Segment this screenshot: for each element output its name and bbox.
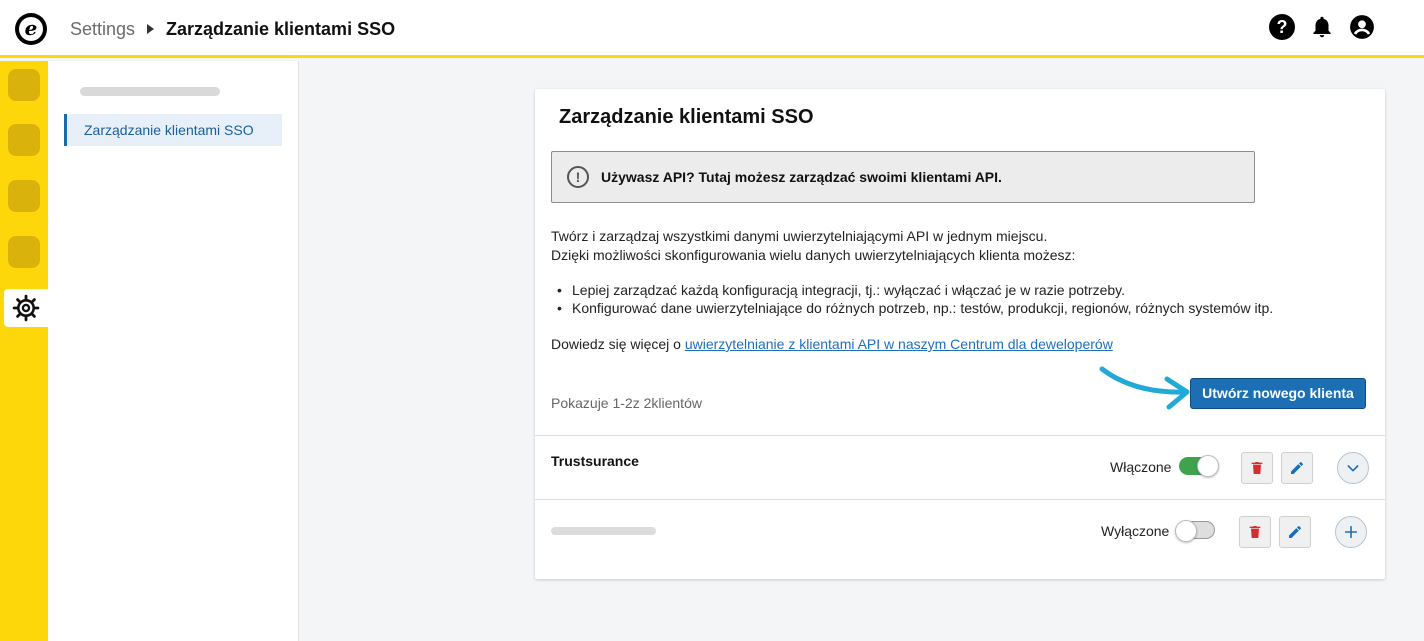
client-status: Wyłączone: [1101, 523, 1170, 539]
rail-item-2[interactable]: [8, 124, 40, 156]
rail-item-1[interactable]: [8, 69, 40, 101]
rail-item-4[interactable]: [8, 236, 40, 268]
breadcrumb-settings[interactable]: Settings: [70, 19, 135, 40]
notice-text: Używasz API? Tutaj możesz zarządzać swoi…: [601, 169, 1002, 185]
enable-toggle[interactable]: [1179, 455, 1219, 477]
pencil-icon: [1289, 526, 1301, 538]
bullet-text: Lepiej zarządzać każdą konfiguracją inte…: [572, 282, 1125, 298]
toggle-knob: [1175, 520, 1197, 542]
developer-center-link[interactable]: uwierzytelnianie z klientami API w naszy…: [685, 336, 1113, 352]
client-row: Wyłączone: [535, 499, 1385, 563]
trash-icon: [1249, 526, 1261, 538]
api-notice: ! Używasz API? Tutaj możesz zarządzać sw…: [551, 151, 1255, 203]
bullet-text: Konfigurować dane uwierzytelniające do r…: [572, 300, 1274, 316]
sidebar-heading-placeholder: [80, 87, 220, 96]
user-icon[interactable]: [1349, 14, 1375, 40]
trash-icon: [1251, 462, 1263, 474]
expand-button[interactable]: [1335, 516, 1367, 548]
nav-rail: [0, 61, 48, 641]
enable-toggle[interactable]: [1175, 520, 1215, 542]
annotation-arrow-icon: [1099, 366, 1190, 410]
sso-clients-card: Zarządzanie klientami SSO ! Używasz API?…: [535, 89, 1385, 579]
chevron-down-icon: [1347, 465, 1359, 472]
page-title: Zarządzanie klientami SSO: [559, 106, 814, 128]
intro-line-1: Twórz i zarządzaj wszystkimi danymi uwie…: [551, 228, 1048, 244]
create-client-button[interactable]: Utwórz nowego klienta: [1190, 378, 1366, 409]
client-status: Włączone: [1110, 459, 1172, 475]
intro-line-2: Dzięki możliwości skonfigurowania wielu …: [551, 247, 1076, 263]
delete-button[interactable]: [1239, 516, 1271, 548]
delete-button[interactable]: [1241, 452, 1273, 484]
help-icon[interactable]: ?: [1269, 14, 1295, 40]
edit-button[interactable]: [1279, 516, 1311, 548]
breadcrumb-separator-icon: [147, 24, 154, 34]
rail-settings[interactable]: [4, 289, 48, 327]
expand-button[interactable]: [1337, 452, 1369, 484]
bell-icon[interactable]: [1309, 14, 1335, 40]
top-bar: e Settings Zarządzanie klientami SSO ?: [0, 0, 1424, 58]
learn-more: Dowiedz się więcej o uwierzytelnianie z …: [551, 336, 1113, 352]
breadcrumb-current: Zarządzanie klientami SSO: [166, 19, 396, 39]
bullet-item: Konfigurować dane uwierzytelniające do r…: [557, 300, 1273, 316]
logo-letter: e: [19, 17, 43, 41]
gear-icon: [12, 294, 40, 322]
toggle-knob: [1197, 455, 1219, 477]
bullet-item: Lepiej zarządzać każdą konfiguracją inte…: [557, 282, 1125, 298]
settings-sidebar: Zarządzanie klientami SSO: [48, 61, 299, 641]
learn-more-prefix: Dowiedz się więcej o: [551, 336, 685, 352]
app-logo[interactable]: e: [15, 13, 47, 45]
client-name: Trustsurance: [551, 453, 639, 469]
sidebar-item-sso-clients[interactable]: Zarządzanie klientami SSO: [64, 114, 282, 146]
pencil-icon: [1291, 462, 1303, 474]
alert-circle-icon: !: [567, 166, 589, 188]
edit-button[interactable]: [1281, 452, 1313, 484]
client-row: Trustsurance Włączone: [535, 435, 1385, 499]
rail-item-3[interactable]: [8, 180, 40, 212]
client-name-placeholder: [551, 527, 656, 535]
results-count: Pokazuje 1-2z 2klientów: [551, 395, 702, 411]
plus-icon: [1344, 525, 1358, 539]
